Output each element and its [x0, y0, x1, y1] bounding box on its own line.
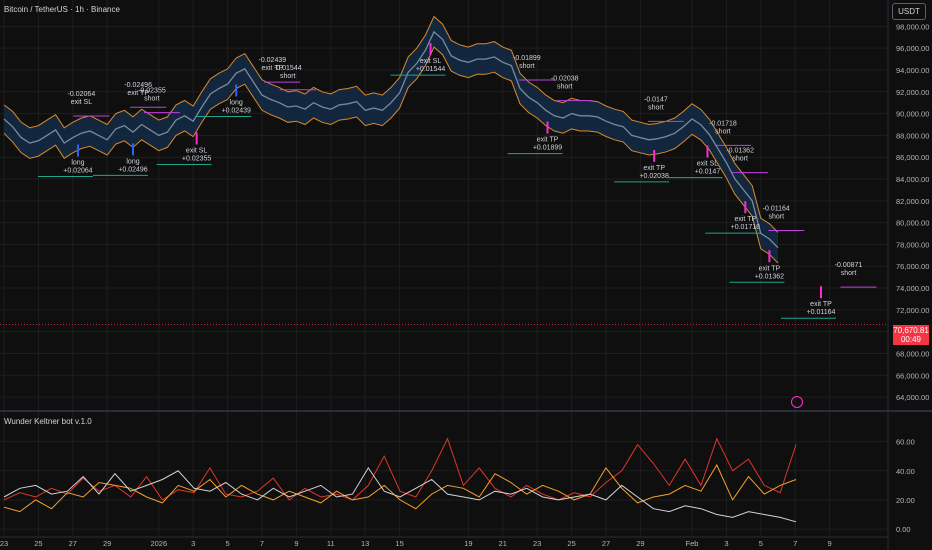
time-tick-label: 27: [69, 539, 77, 548]
indicator-tick-label: 20.00: [896, 496, 915, 505]
trade-pnl: +0.01718: [731, 224, 760, 231]
trade-label: short: [519, 63, 535, 70]
time-tick-label: 21: [499, 539, 507, 548]
price-tick-label: 76,000.00: [896, 262, 929, 271]
trade-pnl: -0.01718: [709, 120, 737, 127]
trade-label: short: [841, 270, 857, 277]
price-tick-label: 64,000.00: [896, 393, 929, 402]
keltner-band-fill: [4, 16, 778, 263]
time-tick-label: 13: [361, 539, 369, 548]
trade-label: long: [230, 100, 243, 107]
time-tick-label: Feb: [686, 539, 699, 548]
trade-pnl: -0.0147: [644, 96, 668, 103]
time-tick-label: 7: [260, 539, 264, 548]
trade-label: exit SL: [186, 147, 208, 154]
trade-label: short: [557, 84, 573, 91]
trade-label: short: [768, 213, 784, 220]
trade-label: exit SL: [697, 161, 719, 168]
price-tick-label: 84,000.00: [896, 175, 929, 184]
trade-pnl: -0.01164: [763, 205, 790, 212]
currency-button[interactable]: USDT: [892, 3, 926, 20]
trade-pnl: -0.02064: [68, 91, 96, 98]
time-tick-label: 25: [34, 539, 42, 548]
time-tick-label: 27: [602, 539, 610, 548]
trade-label: short: [280, 73, 296, 80]
trade-label: short: [715, 128, 731, 135]
keltner-lower-line: [3, 46, 779, 264]
lightning-icon: [791, 396, 803, 408]
trading-chart[interactable]: long+0.02064long+0.02496exit SL+0.02355l…: [0, 0, 932, 550]
trade-pnl: -0.02439: [258, 57, 286, 64]
trade-pnl: -0.02038: [551, 76, 579, 83]
price-tick-label: 78,000.00: [896, 240, 929, 249]
trade-pnl: +0.01544: [416, 66, 445, 73]
trade-pnl: +0.02496: [118, 166, 147, 173]
trade-pnl: +0.01362: [755, 273, 784, 280]
price-tick-label: 88,000.00: [896, 131, 929, 140]
price-tick-label: 72,000.00: [896, 306, 929, 315]
time-tick-label: 23: [0, 539, 8, 548]
trade-label: long: [126, 158, 139, 165]
indicator-tick-label: 0.00: [896, 525, 911, 534]
trade-pnl: -0.00871: [835, 262, 863, 269]
trade-label: short: [732, 156, 748, 163]
trade-pnl: +0.01899: [533, 145, 562, 152]
time-tick-label: 11: [327, 539, 335, 548]
price-tick-label: 74,000.00: [896, 284, 929, 293]
pair-title: Bitcoin / TetherUS · 1h · Binance: [4, 5, 120, 14]
trade-label: exit TP: [537, 137, 559, 144]
trade-pnl: -0.01544: [274, 65, 302, 72]
indicator-title: Wunder Keltner bot v.1.0: [4, 417, 92, 426]
trade-pnl: -0.01899: [513, 55, 541, 62]
trade-label: long: [71, 159, 84, 166]
trade-label: exit TP: [759, 265, 781, 272]
price-tick-label: 98,000.00: [896, 22, 929, 31]
time-tick-label: 3: [724, 539, 728, 548]
price-tick-label: 68,000.00: [896, 349, 929, 358]
trade-pnl: -0.01362: [726, 148, 754, 155]
trade-label: exit SL: [71, 99, 93, 106]
time-tick-label: 23: [533, 539, 541, 548]
indicator-tick-label: 40.00: [896, 467, 915, 476]
time-tick-label: 9: [828, 539, 832, 548]
price-tick-label: 90,000.00: [896, 110, 929, 119]
last-price-value: 70,670.81: [893, 326, 929, 335]
trade-pnl: -0.02355: [138, 88, 166, 95]
trade-pnl: +0.02439: [221, 108, 250, 115]
time-tick-label: 15: [395, 539, 403, 548]
trade-label: short: [144, 96, 160, 103]
trade-label: exit TP: [734, 216, 756, 223]
trade-pnl: +0.0147: [695, 169, 721, 176]
price-tick-label: 92,000.00: [896, 88, 929, 97]
time-tick-label: 29: [103, 539, 111, 548]
trade-pnl: +0.01164: [807, 309, 836, 316]
trade-pnl: +0.02038: [639, 173, 668, 180]
trade-label: exit TP: [810, 301, 832, 308]
trade-label: exit TP: [643, 165, 665, 172]
trade-pnl: +0.02355: [182, 155, 211, 162]
time-tick-label: 25: [567, 539, 575, 548]
trade-pnl: +0.02064: [63, 167, 92, 174]
time-tick-label: 5: [759, 539, 763, 548]
last-price-countdown: 00:49: [900, 335, 922, 344]
time-tick-label: 7: [793, 539, 797, 548]
price-tick-label: 82,000.00: [896, 197, 929, 206]
trade-label: exit SL: [420, 58, 442, 65]
time-tick-label: 2026: [150, 539, 167, 548]
indicator-tick-label: 60.00: [896, 438, 915, 447]
price-tick-label: 80,000.00: [896, 219, 929, 228]
last-price-badge: 70,670.81 00:49: [893, 325, 929, 345]
time-tick-label: 5: [226, 539, 230, 548]
price-tick-label: 66,000.00: [896, 371, 929, 380]
price-tick-label: 94,000.00: [896, 66, 929, 75]
price-tick-label: 86,000.00: [896, 153, 929, 162]
time-tick-label: 29: [636, 539, 644, 548]
trade-label: short: [648, 104, 664, 111]
time-tick-label: 3: [191, 539, 195, 548]
price-tick-label: 96,000.00: [896, 44, 929, 53]
time-tick-label: 9: [294, 539, 298, 548]
time-tick-label: 19: [464, 539, 472, 548]
